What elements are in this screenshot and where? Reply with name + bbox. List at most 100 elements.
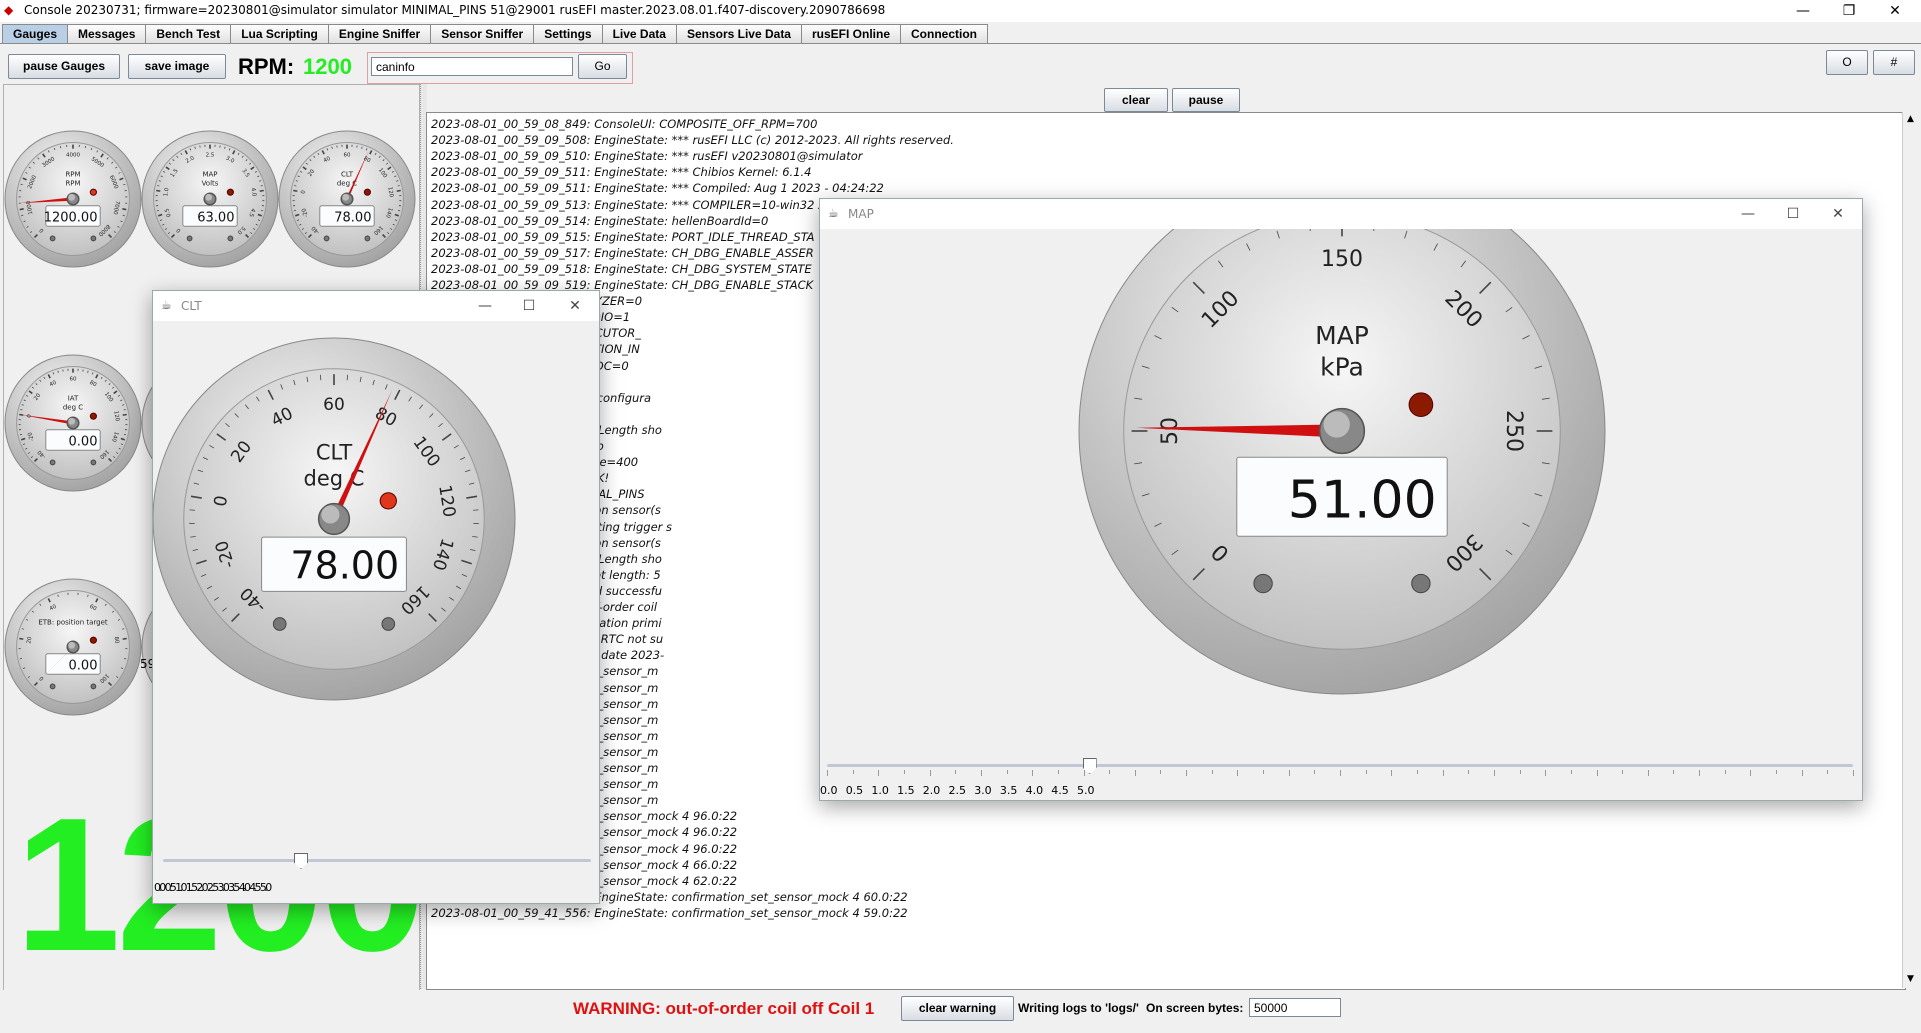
- gauge-lcd-value: 78.00: [290, 543, 399, 587]
- gauge-tick: [224, 146, 226, 149]
- gauge-knob: [1253, 573, 1273, 594]
- clt-minimize-button[interactable]: —: [465, 295, 505, 317]
- mini-gauge-etb-position-target[interactable]: 02040 6080100ETB: position target0.00: [4, 578, 142, 716]
- bytes-input[interactable]: [1249, 998, 1341, 1017]
- go-button[interactable]: Go: [578, 54, 627, 79]
- tab-connection[interactable]: Connection: [900, 24, 988, 43]
- hash-button[interactable]: #: [1873, 50, 1915, 75]
- tab-engine-sniffer[interactable]: Engine Sniffer: [327, 24, 432, 43]
- map-window: ☕ MAP — ☐ ✕ 0 50 100 150 200 250 300 MAP kPa 51.0…: [819, 198, 1863, 801]
- gauge-name: MAP: [202, 171, 217, 179]
- tab-bench-test[interactable]: Bench Test: [145, 24, 232, 43]
- gauge-tick: [260, 185, 263, 187]
- log-line: 2023-08-01_00_59_09_518: EngineState: CH…: [431, 261, 812, 276]
- gauge-tick-label: 250: [1501, 410, 1526, 452]
- gauge-tick-label: 2.5: [206, 152, 215, 158]
- mini-gauge-map[interactable]: 00.51.01.52.02.53.03.54.04.55.0MAPVolts6…: [141, 130, 279, 268]
- gauge-tick: [123, 409, 126, 411]
- clt-slider-thumb[interactable]: [293, 853, 308, 869]
- save-image-button[interactable]: save image: [128, 54, 226, 79]
- gauge-tick: [397, 185, 400, 187]
- slider-tick-mark: [1622, 770, 1624, 774]
- gauge-tick: [122, 413, 127, 416]
- gauge-led: [363, 188, 371, 196]
- slider-tick-mark: [1853, 770, 1854, 776]
- gauge-tick: [87, 594, 89, 597]
- tab-sensor-sniffer[interactable]: Sensor Sniffer: [430, 24, 535, 43]
- log-line: 2023-08-01_00_59_09_511: EngineState: **…: [431, 181, 884, 196]
- app-icon: ◆: [4, 3, 14, 17]
- scroll-down-icon[interactable]: ▼: [1907, 974, 1914, 984]
- clt-close-button[interactable]: ✕: [555, 295, 595, 317]
- gauge-knob: [381, 617, 396, 631]
- mini-gauge-clt[interactable]: -40-20020406080100120140160CLTdeg C78.00: [278, 130, 416, 268]
- gauge-tick-label: 60: [344, 152, 351, 158]
- gauge-lcd-value: 78.00: [334, 210, 371, 225]
- map-maximize-button[interactable]: ☐: [1773, 203, 1813, 225]
- minimize-button[interactable]: —: [1780, 0, 1826, 22]
- gauge-unit: RPM: [65, 179, 80, 187]
- gauge-knob: [364, 235, 371, 242]
- gauge-name: ETB: position target: [38, 619, 108, 627]
- mini-gauge-iat[interactable]: -40-20020406080100120140160IATdeg C0.00: [4, 354, 142, 492]
- slider-tick-mark: [1570, 770, 1572, 774]
- tab-messages[interactable]: Messages: [67, 24, 147, 43]
- slider-tick-label: 2.0: [922, 784, 941, 797]
- maximize-button[interactable]: ❐: [1826, 0, 1872, 22]
- gauge-led: [89, 412, 97, 420]
- slider-tick-mark: [878, 770, 880, 776]
- tab-settings[interactable]: Settings: [533, 24, 603, 43]
- slider-tick-mark: [1596, 770, 1598, 776]
- slider-tick-mark: [852, 770, 854, 774]
- log-scrollbar[interactable]: ▲ ▼: [1902, 112, 1920, 988]
- clt-window-titlebar[interactable]: ☕ CLT — ☐ ✕: [153, 291, 599, 321]
- clear-log-button[interactable]: clear: [1104, 88, 1168, 112]
- gauge-tick: [396, 189, 401, 192]
- clt-maximize-button[interactable]: ☐: [509, 295, 549, 317]
- tab-lua-scripting[interactable]: Lua Scripting: [230, 24, 329, 43]
- java-icon: ☕: [828, 206, 839, 220]
- tab-live-data[interactable]: Live Data: [601, 24, 677, 43]
- slider-tick-mark: [1237, 770, 1239, 776]
- map-window-titlebar[interactable]: ☕ MAP — ☐ ✕: [820, 199, 1862, 229]
- slider-tick-mark: [1032, 770, 1034, 776]
- map-minimize-button[interactable]: —: [1728, 203, 1768, 225]
- gauge-tick-label: 60: [70, 376, 77, 382]
- gauge-lcd-value: 0.00: [69, 434, 98, 449]
- slider-tick-label: 1.5: [897, 784, 915, 797]
- pause-log-button[interactable]: pause: [1172, 88, 1240, 112]
- gauge-knob: [49, 459, 56, 466]
- clt-slider-track[interactable]: [163, 859, 591, 862]
- clear-warning-button[interactable]: clear warning: [901, 996, 1014, 1021]
- slider-tick-mark: [1442, 770, 1444, 776]
- tab-rusefi-online[interactable]: rusEFI Online: [800, 24, 901, 43]
- gauge-name: RPM: [65, 171, 80, 179]
- mini-gauge-rpm[interactable]: 010002000300040005000600070008000RPMRPM1…: [4, 130, 142, 268]
- status-bar: WARNING: out-of-order coil off Coil 1 cl…: [0, 990, 1921, 1033]
- slider-tick-mark: [1519, 770, 1521, 774]
- map-slider-thumb[interactable]: [1082, 758, 1097, 774]
- gauge-knob: [90, 459, 97, 466]
- pause-gauges-button[interactable]: pause Gauges: [8, 54, 120, 79]
- log-line: 2023-08-01_00_59_41_556: EngineState: co…: [431, 905, 908, 920]
- o-button[interactable]: O: [1826, 50, 1868, 75]
- gauge-hub-highlight: [321, 505, 340, 524]
- slider-tick-mark: [1263, 770, 1265, 774]
- slider-tick-mark: [1493, 770, 1495, 776]
- gauge-unit: Volts: [202, 179, 219, 187]
- slider-tick-mark: [1211, 770, 1213, 774]
- writing-logs-text: Writing logs to 'logs/': [1018, 1001, 1139, 1015]
- scroll-up-icon[interactable]: ▲: [1907, 114, 1914, 124]
- gauge-lcd-value: 63.00: [197, 210, 234, 225]
- tab-sensors-live-data[interactable]: Sensors Live Data: [675, 24, 802, 43]
- map-slider-track[interactable]: [827, 764, 1853, 767]
- tab-gauges[interactable]: Gauges: [2, 24, 69, 43]
- close-button[interactable]: ✕: [1872, 0, 1918, 22]
- slider-tick-mark: [1314, 770, 1316, 774]
- map-close-button[interactable]: ✕: [1818, 203, 1858, 225]
- clt-window: ☕ CLT — ☐ ✕ -40 -20 0 20 40 60 80 100 120 140 160 C…: [152, 290, 600, 904]
- main-tabs: Gauges Messages Bench Test Lua Scripting…: [2, 24, 988, 44]
- command-input[interactable]: [371, 57, 573, 76]
- gauge-tick: [19, 637, 24, 640]
- gauge-name: CLT: [341, 171, 354, 179]
